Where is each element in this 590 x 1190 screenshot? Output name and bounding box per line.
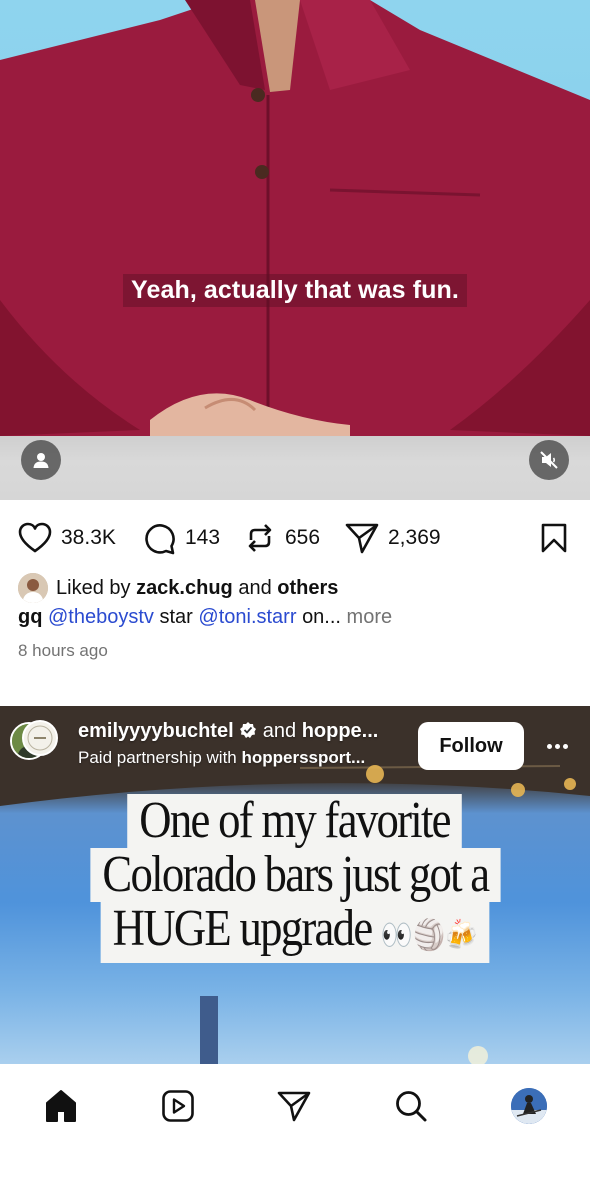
like-count: 38.3K: [61, 526, 116, 549]
nav-profile[interactable]: [507, 1084, 551, 1128]
video-subtitle: Yeah, actually that was fun.: [0, 274, 590, 307]
headline-emoji: 👀🏐🍻: [380, 918, 478, 953]
repost-arrows-icon: [244, 522, 276, 554]
liked-by-others[interactable]: others: [277, 577, 338, 599]
person-icon: [32, 451, 50, 469]
bookmark-icon: [540, 522, 568, 554]
nav-reels[interactable]: [156, 1084, 200, 1128]
comment-count: 143: [185, 526, 221, 549]
nav-search[interactable]: [389, 1084, 433, 1128]
post2-coauthor-name[interactable]: hoppe...: [302, 720, 379, 742]
headline-line-1: One of my favorite: [127, 794, 463, 848]
comment-bubble-icon: [143, 522, 176, 555]
table-surface: [0, 436, 590, 500]
paper-plane-icon: [345, 522, 379, 554]
follow-button[interactable]: Follow: [418, 722, 524, 770]
post-action-bar: 38.3K 143 656 2,369: [0, 516, 590, 560]
mute-toggle-button[interactable]: [529, 440, 569, 480]
post-media-video[interactable]: Yeah, actually that was fun.: [0, 0, 590, 500]
partnership-prefix: Paid partnership with: [78, 748, 237, 767]
post-caption: gq @theboystv star @toni.starr on... mor…: [18, 606, 392, 629]
caption-mention-theboystv[interactable]: @theboystv: [48, 606, 154, 628]
liked-by-prefix: Liked by: [56, 576, 131, 599]
headline-line-3: HUGE upgrade 👀🏐🍻: [100, 902, 490, 963]
like-button[interactable]: 38.3K: [18, 516, 116, 560]
repost-button[interactable]: 656: [244, 516, 320, 560]
direct-message-icon: [277, 1090, 311, 1122]
share-count: 2,369: [388, 526, 441, 549]
caption-text-tail: on...: [302, 606, 341, 628]
paid-partnership-label[interactable]: Paid partnership with hopperssport...: [78, 748, 365, 768]
post2-headline-overlay: One of my favorite Colorado bars just go…: [0, 794, 590, 963]
heart-icon: [18, 522, 52, 554]
nav-home[interactable]: [39, 1084, 83, 1128]
post2-author-row[interactable]: emilyyyybuchtel and hoppe...: [78, 720, 378, 743]
home-icon: [43, 1088, 79, 1124]
post2-and-text: and: [262, 720, 297, 742]
caption-username[interactable]: gq: [18, 606, 42, 628]
more-options-button[interactable]: [542, 736, 572, 756]
repost-count: 656: [285, 526, 321, 549]
speaker-muted-icon: [539, 450, 559, 470]
nav-direct-messages[interactable]: [272, 1084, 316, 1128]
caption-mention-toni-starr[interactable]: @toni.starr: [198, 606, 296, 628]
video-frame-shirt: [0, 0, 590, 436]
liked-by-row[interactable]: Liked by zack.chug and others: [18, 572, 338, 604]
verified-badge-icon: [239, 721, 257, 739]
liked-by-username[interactable]: zack.chug: [136, 577, 233, 599]
tagged-people-button[interactable]: [21, 440, 61, 480]
search-icon: [394, 1089, 428, 1123]
post2-username[interactable]: emilyyyybuchtel: [78, 720, 234, 742]
save-button[interactable]: [540, 516, 568, 560]
profile-avatar: [511, 1088, 547, 1124]
bottom-navigation: [0, 1064, 590, 1190]
liked-by-and: and: [238, 576, 272, 599]
caption-text: star: [159, 606, 193, 628]
post-timestamp: 8 hours ago: [18, 641, 108, 660]
headline-line-2: Colorado bars just got a: [89, 848, 501, 902]
liked-by-avatar: [18, 573, 48, 603]
comment-button[interactable]: 143: [143, 516, 220, 560]
share-button[interactable]: 2,369: [345, 516, 441, 560]
post2-coauthor-avatar[interactable]: [22, 720, 58, 756]
partnership-brand[interactable]: hopperssport...: [242, 748, 366, 767]
reels-icon: [161, 1089, 195, 1123]
more-options-icon: [546, 743, 552, 749]
caption-more-link[interactable]: more: [347, 606, 393, 628]
